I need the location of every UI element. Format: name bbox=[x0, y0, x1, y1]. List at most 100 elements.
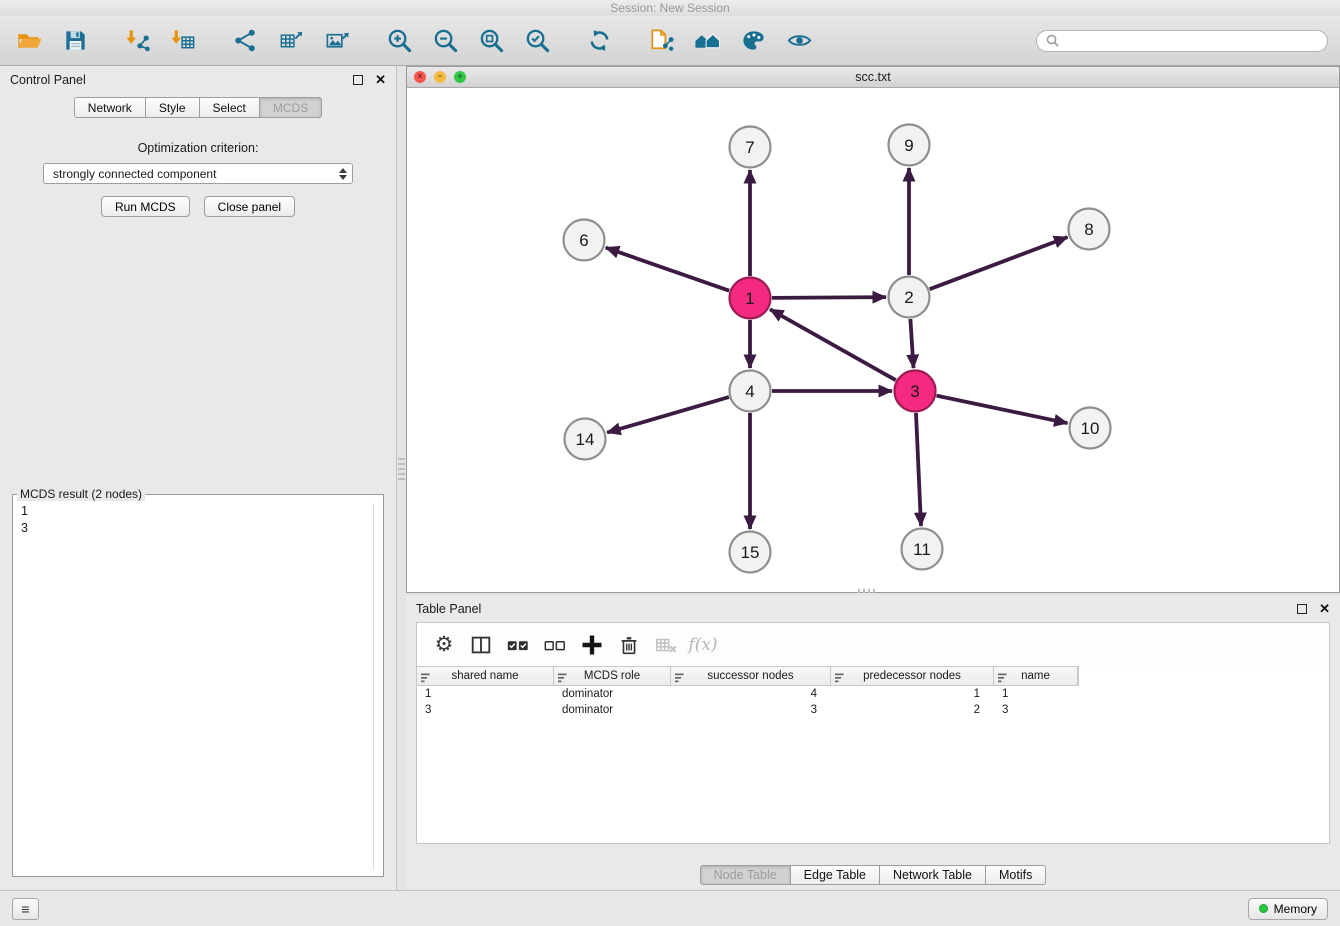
save-session-button[interactable] bbox=[58, 24, 92, 58]
cell-name: 3 bbox=[994, 702, 1078, 718]
float-table-panel-icon[interactable] bbox=[1297, 604, 1307, 614]
mcds-result-item[interactable]: 3 bbox=[21, 520, 375, 537]
graph-edge-2-3[interactable] bbox=[910, 319, 913, 368]
style-button[interactable] bbox=[736, 24, 770, 58]
float-panel-icon[interactable] bbox=[353, 75, 363, 85]
function-builder-button[interactable]: f(x) bbox=[688, 630, 718, 660]
graph-node-14[interactable]: 14 bbox=[565, 419, 606, 460]
graph-node-8[interactable]: 8 bbox=[1069, 209, 1110, 250]
status-bar: ≡ Memory bbox=[0, 890, 1340, 926]
tab-node-table[interactable]: Node Table bbox=[700, 865, 791, 885]
graph-edge-1-2[interactable] bbox=[772, 297, 886, 298]
graph-node-6[interactable]: 6 bbox=[564, 220, 605, 261]
home-button[interactable] bbox=[690, 24, 724, 58]
zoom-in-icon bbox=[386, 27, 413, 54]
tab-motifs[interactable]: Motifs bbox=[986, 865, 1046, 885]
column-header-predecessor-nodes[interactable]: predecessor nodes bbox=[831, 667, 994, 685]
table-row[interactable]: 3dominator323 bbox=[417, 702, 1329, 718]
graph-node-1[interactable]: 1 bbox=[730, 278, 771, 319]
open-folder-icon bbox=[16, 27, 43, 54]
save-icon bbox=[62, 27, 89, 54]
memory-button[interactable]: Memory bbox=[1248, 898, 1328, 920]
mcds-buttons-row: Run MCDS Close panel bbox=[0, 196, 396, 217]
graph-edge-2-8[interactable] bbox=[930, 237, 1068, 289]
tab-network-table[interactable]: Network Table bbox=[880, 865, 986, 885]
zoom-selected-button[interactable] bbox=[520, 24, 554, 58]
import-cloud-button[interactable] bbox=[644, 24, 678, 58]
table-row[interactable]: 1dominator411 bbox=[417, 686, 1329, 702]
svg-text:15: 15 bbox=[741, 543, 760, 562]
search-input[interactable] bbox=[1065, 34, 1318, 48]
search-box[interactable] bbox=[1036, 30, 1328, 52]
import-group bbox=[120, 24, 200, 58]
network-share-button[interactable] bbox=[228, 24, 262, 58]
graph-edge-3-11[interactable] bbox=[916, 413, 921, 526]
horizontal-splitter-handle[interactable] bbox=[858, 589, 876, 593]
graph-node-9[interactable]: 9 bbox=[889, 125, 930, 166]
vertical-splitter-handle[interactable] bbox=[398, 458, 405, 480]
fx-icon: f(x) bbox=[688, 635, 717, 655]
export-table-button[interactable] bbox=[274, 24, 308, 58]
export-image-button[interactable] bbox=[320, 24, 354, 58]
table-options-button[interactable]: ⚙ bbox=[429, 630, 459, 660]
control-panel-title: Control Panel bbox=[10, 73, 86, 87]
tab-mcds[interactable]: MCDS bbox=[260, 97, 322, 118]
import-network-button[interactable] bbox=[120, 24, 154, 58]
graph-node-11[interactable]: 11 bbox=[902, 529, 943, 570]
tab-select[interactable]: Select bbox=[200, 97, 260, 118]
column-header-shared-name[interactable]: shared name bbox=[417, 667, 554, 685]
tab-edge-table[interactable]: Edge Table bbox=[791, 865, 880, 885]
zoom-fit-button[interactable] bbox=[474, 24, 508, 58]
tab-network[interactable]: Network bbox=[74, 97, 146, 118]
zoom-out-button[interactable] bbox=[428, 24, 462, 58]
graph-node-15[interactable]: 15 bbox=[730, 532, 771, 573]
delete-table-button[interactable] bbox=[651, 630, 681, 660]
delete-table-icon bbox=[654, 633, 678, 657]
graph-node-10[interactable]: 10 bbox=[1070, 408, 1111, 449]
dropdown-selected-value: strongly connected component bbox=[53, 167, 339, 181]
svg-text:3: 3 bbox=[910, 382, 919, 401]
mcds-result-item[interactable]: 1 bbox=[21, 503, 375, 520]
column-header-name[interactable]: name bbox=[994, 667, 1078, 685]
svg-text:14: 14 bbox=[576, 430, 595, 449]
tab-style[interactable]: Style bbox=[146, 97, 200, 118]
cell-predecessor_nodes: 1 bbox=[831, 686, 994, 702]
list-icon: ≡ bbox=[21, 901, 29, 917]
create-column-button[interactable] bbox=[577, 630, 607, 660]
cell-successor_nodes: 3 bbox=[671, 702, 831, 718]
open-session-button[interactable] bbox=[12, 24, 46, 58]
optimization-criterion-select[interactable]: strongly connected component bbox=[43, 163, 353, 184]
refresh-group bbox=[582, 24, 616, 58]
svg-text:2: 2 bbox=[904, 288, 913, 307]
network-graph-canvas[interactable]: 7 9 6 8 1 2 4 3 14 10 15 11 bbox=[407, 88, 1339, 592]
select-all-button[interactable] bbox=[503, 630, 533, 660]
column-header-label: successor nodes bbox=[707, 667, 793, 685]
import-table-button[interactable] bbox=[166, 24, 200, 58]
delete-columns-button[interactable] bbox=[614, 630, 644, 660]
column-header-MCDS-role[interactable]: MCDS role bbox=[554, 667, 671, 685]
graph-edge-3-10[interactable] bbox=[937, 396, 1068, 424]
show-columns-button[interactable] bbox=[466, 630, 496, 660]
graph-edge-1-6[interactable] bbox=[606, 248, 730, 291]
column-header-successor-nodes[interactable]: successor nodes bbox=[671, 667, 831, 685]
export-table-icon bbox=[278, 27, 305, 54]
graph-node-3[interactable]: 3 bbox=[895, 371, 936, 412]
refresh-view-button[interactable] bbox=[582, 24, 616, 58]
close-panel-button[interactable]: Close panel bbox=[204, 196, 295, 217]
run-mcds-button[interactable]: Run MCDS bbox=[101, 196, 190, 217]
graph-edge-3-1[interactable] bbox=[770, 309, 896, 380]
deselect-all-button[interactable] bbox=[540, 630, 570, 660]
close-control-panel-icon[interactable]: ✕ bbox=[375, 72, 386, 88]
close-table-panel-icon[interactable]: ✕ bbox=[1319, 601, 1330, 617]
panel-menu-button[interactable]: ≡ bbox=[12, 898, 39, 920]
zoom-in-button[interactable] bbox=[382, 24, 416, 58]
result-scrollbar-track[interactable] bbox=[373, 503, 374, 870]
graph-node-7[interactable]: 7 bbox=[730, 127, 771, 168]
mcds-result-list[interactable]: 13 bbox=[13, 501, 383, 876]
zoom-selected-icon bbox=[524, 27, 551, 54]
graph-edge-4-14[interactable] bbox=[607, 397, 729, 433]
graph-node-4[interactable]: 4 bbox=[730, 371, 771, 412]
show-details-button[interactable] bbox=[782, 24, 816, 58]
graph-node-2[interactable]: 2 bbox=[889, 277, 930, 318]
import-network-icon bbox=[124, 27, 151, 54]
